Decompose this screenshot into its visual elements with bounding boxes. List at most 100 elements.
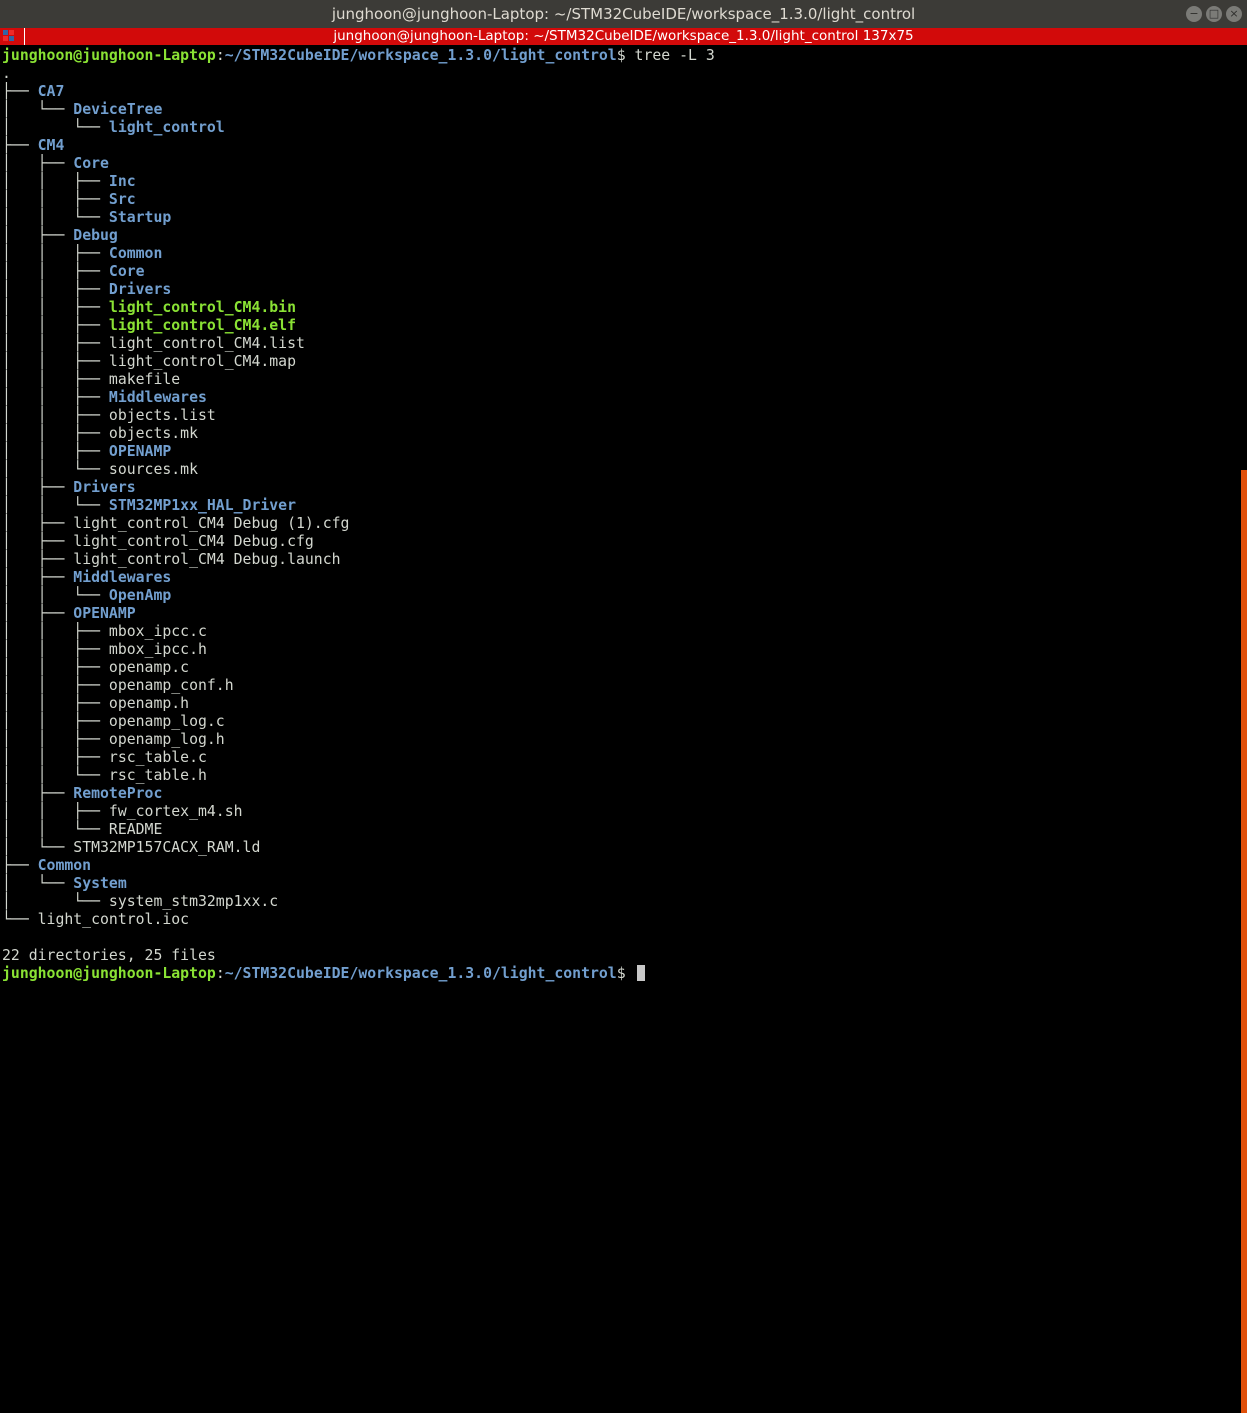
tree-line: │ │ └── sources.mk xyxy=(2,461,1239,479)
terminal-output[interactable]: junghoon@junghoon-Laptop: ~/STM32CubeIDE/… xyxy=(2,47,1239,983)
prompt-path: ~/STM32CubeIDE/workspace_1.3.0/light_con… xyxy=(224,965,617,982)
tree-directory: OPENAMP xyxy=(108,443,172,460)
tree-connector: │ ├── xyxy=(2,533,74,550)
tree-directory: Src xyxy=(108,191,136,208)
tree-directory: DeviceTree xyxy=(73,101,163,118)
tree-line: │ │ ├── light_control_CM4.map xyxy=(2,353,1239,371)
tree-connector: │ │ ├── xyxy=(2,659,109,676)
tree-line: │ │ ├── Drivers xyxy=(2,281,1239,299)
tree-directory: Middlewares xyxy=(73,569,172,586)
tree-file: fw_cortex_m4.sh xyxy=(108,803,243,820)
tree-file: openamp_log.c xyxy=(108,713,225,730)
tree-line: │ └── System xyxy=(2,875,1239,893)
minimize-icon[interactable]: − xyxy=(1186,6,1202,22)
tree-line: │ ├── Debug xyxy=(2,227,1239,245)
tree-connector: │ │ ├── xyxy=(2,335,109,352)
tree-directory: Inc xyxy=(108,173,136,190)
tree-connector: │ │ ├── xyxy=(2,173,109,190)
tree-file: system_stm32mp1xx.c xyxy=(108,893,279,910)
tree-connector: │ │ ├── xyxy=(2,695,109,712)
tree-line: │ │ ├── Core xyxy=(2,263,1239,281)
tree-summary: 22 directories, 25 files xyxy=(2,947,216,964)
window-titlebar: junghoon@junghoon-Laptop: ~/STM32CubeIDE… xyxy=(0,0,1247,28)
tree-line: │ │ ├── objects.list xyxy=(2,407,1239,425)
tree-connector: │ ├── xyxy=(2,479,74,496)
tree-connector: │ │ ├── xyxy=(2,191,109,208)
prompt-command: tree -L 3 xyxy=(634,47,715,64)
tree-file: mbox_ipcc.c xyxy=(108,623,207,640)
tree-connector: │ │ └── xyxy=(2,209,109,226)
tree-connector: │ ├── xyxy=(2,515,74,532)
tab-title[interactable]: junghoon@junghoon-Laptop: ~/STM32CubeIDE… xyxy=(0,28,1247,45)
tree-file: openamp.h xyxy=(108,695,190,712)
maximize-icon[interactable]: □ xyxy=(1206,6,1222,22)
tree-connector: │ │ ├── xyxy=(2,443,109,460)
prompt-line: junghoon@junghoon-Laptop:~/STM32CubeIDE/… xyxy=(2,47,1239,65)
tree-file: makefile xyxy=(108,371,181,388)
tree-connector: ├── xyxy=(2,137,38,154)
tree-directory: CM4 xyxy=(37,137,65,154)
tree-line: │ │ ├── mbox_ipcc.c xyxy=(2,623,1239,641)
tree-connector: │ ├── xyxy=(2,569,74,586)
tree-line: . xyxy=(2,65,1239,83)
tree-connector: │ ├── xyxy=(2,605,74,622)
tree-connector: │ └── xyxy=(2,893,109,910)
tree-connector: │ │ ├── xyxy=(2,623,109,640)
tree-line: ├── CA7 xyxy=(2,83,1239,101)
tree-line: │ │ ├── Middlewares xyxy=(2,389,1239,407)
tree-line: │ │ ├── Inc xyxy=(2,173,1239,191)
tree-connector: │ │ ├── xyxy=(2,731,109,748)
tree-connector: │ │ └── xyxy=(2,587,109,604)
tree-directory: OpenAmp xyxy=(108,587,172,604)
tree-file: rsc_table.c xyxy=(108,749,207,766)
tree-directory: OPENAMP xyxy=(73,605,136,622)
tree-connector: │ │ ├── xyxy=(2,641,109,658)
tree-executable: light_control_CM4.elf xyxy=(108,317,296,334)
close-icon[interactable]: × xyxy=(1226,6,1242,22)
tree-file: openamp_log.h xyxy=(108,731,225,748)
tree-file: sources.mk xyxy=(108,461,198,478)
tree-connector: │ └── xyxy=(2,119,109,136)
tree-line: │ └── light_control xyxy=(2,119,1239,137)
tree-connector: │ ├── xyxy=(2,785,74,802)
tree-line: │ └── system_stm32mp1xx.c xyxy=(2,893,1239,911)
tree-file: STM32MP157CACX_RAM.ld xyxy=(73,839,261,856)
tree-connector: │ │ ├── xyxy=(2,425,109,442)
tree-line: │ │ ├── openamp_log.c xyxy=(2,713,1239,731)
tree-line: │ │ └── Startup xyxy=(2,209,1239,227)
tree-line: │ │ └── README xyxy=(2,821,1239,839)
tree-file: light_control_CM4 Debug.launch xyxy=(73,551,341,568)
tree-line: │ │ ├── Common xyxy=(2,245,1239,263)
tree-connector: │ │ └── xyxy=(2,767,109,784)
tree-file: light_control_CM4.list xyxy=(108,335,305,352)
tree-line: │ │ ├── makefile xyxy=(2,371,1239,389)
tree-file: openamp_conf.h xyxy=(108,677,234,694)
tree-connector: ├── xyxy=(2,857,38,874)
tree-line: │ │ ├── rsc_table.c xyxy=(2,749,1239,767)
tree-connector: │ ├── xyxy=(2,551,74,568)
tree-directory: Drivers xyxy=(108,281,172,298)
tree-connector: │ │ ├── xyxy=(2,371,109,388)
scrollbar[interactable] xyxy=(1241,470,1247,1413)
tree-file: openamp.c xyxy=(108,659,190,676)
tree-line: │ │ ├── Src xyxy=(2,191,1239,209)
tree-directory: Common xyxy=(108,245,163,262)
prompt-user: junghoon@junghoon-Laptop xyxy=(2,47,216,64)
tree-connector: │ │ ├── xyxy=(2,317,109,334)
tree-line: │ ├── OPENAMP xyxy=(2,605,1239,623)
tree-directory: Debug xyxy=(73,227,118,244)
tree-file: mbox_ipcc.h xyxy=(108,641,207,658)
tree-directory: Middlewares xyxy=(108,389,207,406)
tree-output: . ├── CA7 │ └── DeviceTree │ └── light_cont… xyxy=(2,65,1239,929)
tree-line: │ ├── light_control_CM4 Debug.launch xyxy=(2,551,1239,569)
tree-file: . xyxy=(2,65,11,82)
tree-line: │ ├── Middlewares xyxy=(2,569,1239,587)
tree-line: │ ├── Core xyxy=(2,155,1239,173)
tree-line: │ │ ├── objects.mk xyxy=(2,425,1239,443)
tree-line: │ │ └── STM32MP1xx_HAL_Driver xyxy=(2,497,1239,515)
prompt-line-current[interactable]: junghoon@junghoon-Laptop:~/STM32CubeIDE/… xyxy=(2,965,1239,983)
tree-connector: │ └── xyxy=(2,875,74,892)
prompt-separator: : xyxy=(215,47,225,64)
tree-file: rsc_table.h xyxy=(108,767,207,784)
tree-connector: │ │ └── xyxy=(2,461,109,478)
